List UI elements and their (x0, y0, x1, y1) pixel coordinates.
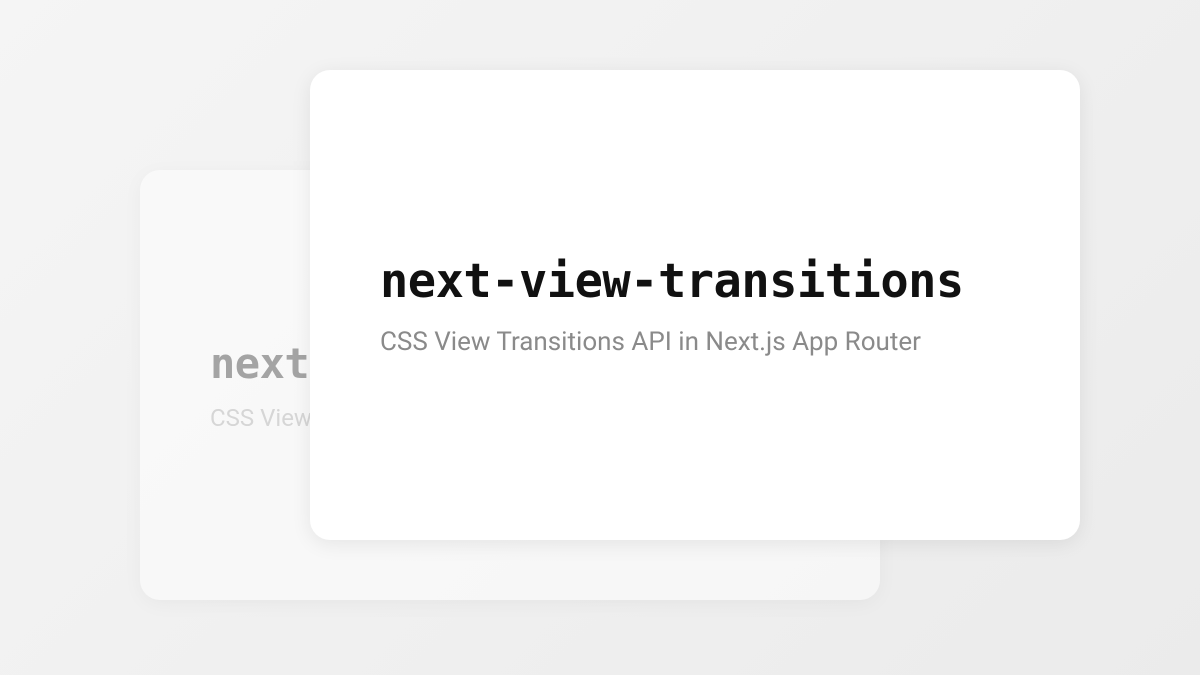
foreground-card: next-view-transitions CSS View Transitio… (310, 70, 1080, 540)
foreground-card-title: next-view-transitions (380, 254, 1080, 309)
foreground-card-subtitle: CSS View Transitions API in Next.js App … (380, 327, 1080, 357)
